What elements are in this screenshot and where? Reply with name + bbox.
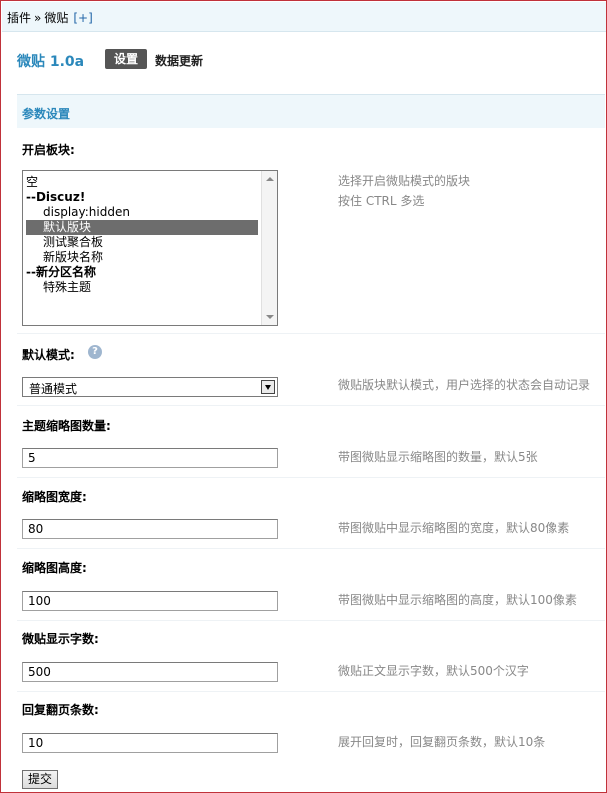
thumb-height-input[interactable] [22,591,278,611]
forums-multiselect[interactable]: 空 --Discuz! display:hidden 默认版块 测试聚合板 新版… [22,170,278,326]
row-divider [17,548,605,549]
scroll-up-icon[interactable] [266,177,274,181]
section-title: 参数设置 [22,107,71,121]
forum-option-empty[interactable]: 空 [26,175,38,190]
row-divider [17,333,605,334]
forum-option-default[interactable]: 默认版块 [26,220,258,235]
chevron-down-icon[interactable] [261,380,275,394]
reply-page-label: 回复翻页条数: [22,703,99,717]
tab-settings[interactable]: 设置 [105,49,147,69]
mode-label: 默认模式: [22,348,75,362]
forum-option-new-forum[interactable]: 新版块名称 [43,250,103,265]
thumb-count-hint: 带图微贴显示缩略图的数量，默认5张 [338,450,538,464]
thumb-count-label: 主题缩略图数量: [22,419,111,433]
row-divider [17,620,605,621]
reply-page-input[interactable] [22,733,278,753]
thumb-count-input[interactable] [22,448,278,468]
breadcrumb-item-weitie[interactable]: 微贴 [44,11,68,25]
breadcrumb-separator: » [34,11,42,25]
forum-option-test-aggregate[interactable]: 测试聚合板 [43,235,103,250]
tab-data-update[interactable]: 数据更新 [155,52,203,69]
forums-hint-2: 按住 CTRL 多选 [338,194,425,208]
row-divider [17,405,605,406]
reply-page-hint: 展开回复时，回复翻页条数，默认10条 [338,735,546,749]
section-header: 参数设置 [17,94,605,128]
forum-option-group-new-category: --新分区名称 [26,265,96,279]
listbox-scrollbar[interactable] [261,171,277,325]
help-icon[interactable]: ? [88,345,102,359]
forum-option-special-topic[interactable]: 特殊主题 [43,280,91,295]
thumb-height-hint: 带图微贴中显示缩略图的高度，默认100像素 [338,593,577,607]
row-divider [17,477,605,478]
thumb-width-input[interactable] [22,519,278,539]
row-divider [17,691,605,692]
word-count-label: 微贴显示字数: [22,632,99,646]
word-count-input[interactable] [22,662,278,682]
forums-label: 开启板块: [22,143,75,157]
page-frame: 插件» 微贴 [+] 微贴 1.0a 设置 数据更新 参数设置 开启板块: 空 --… [0,0,607,793]
word-count-hint: 微贴正文显示字数，默认500个汉字 [338,664,529,678]
thumb-width-label: 缩略图宽度: [22,490,87,504]
forums-hint-1: 选择开启微贴模式的版块 [338,174,471,188]
add-shortcut-link[interactable]: [+] [73,11,92,25]
forum-option-group-discuz: --Discuz! [26,190,86,204]
mode-select[interactable]: 普通模式 [22,377,278,397]
thumb-height-label: 缩略图高度: [22,561,87,575]
forum-option-display-hidden[interactable]: display:hidden [43,205,130,220]
breadcrumb-item-plugins[interactable]: 插件 [7,11,31,25]
breadcrumb: 插件» 微贴 [+] [2,2,606,32]
mode-select-value: 普通模式 [29,382,78,396]
mode-hint: 微贴版块默认模式，用户选择的状态会自动记录 [338,378,591,392]
thumb-width-hint: 带图微贴中显示缩略图的宽度，默认80像素 [338,521,570,535]
plugin-title: 微贴 1.0a [17,54,85,70]
scroll-down-icon[interactable] [266,315,274,319]
breadcrumb-row: 插件» 微贴 [+] [7,9,93,26]
submit-button[interactable]: 提交 [22,770,58,789]
